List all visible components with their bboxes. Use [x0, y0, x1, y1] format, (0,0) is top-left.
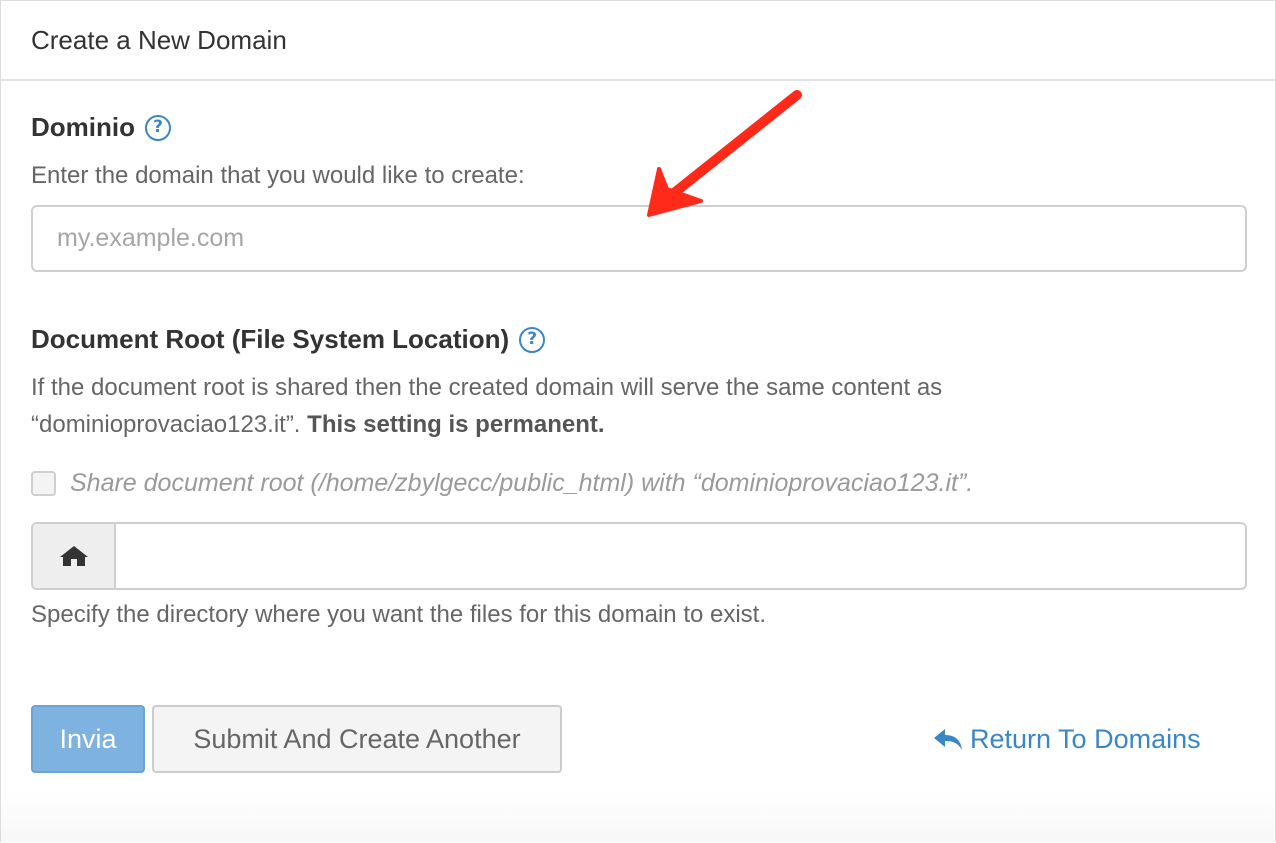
docroot-input-group	[31, 522, 1247, 590]
return-to-domains-link[interactable]: Return To Domains	[933, 720, 1201, 758]
domain-description: Enter the domain that you would like to …	[31, 162, 525, 189]
domain-help-icon[interactable]: ?	[145, 114, 171, 141]
docroot-description: If the document root is shared then the …	[31, 369, 1231, 443]
docroot-help-text: Specify the directory where you want the…	[31, 601, 767, 628]
domain-input[interactable]	[31, 205, 1247, 272]
docroot-label: Document Root (File System Location) ?	[31, 324, 546, 355]
return-to-domains-label[interactable]: Return To Domains	[970, 724, 1201, 755]
domain-label-text: Dominio	[31, 112, 135, 142]
submit-button[interactable]: Invia	[31, 705, 145, 773]
panel-heading: Create a New Domain	[1, 1, 1275, 81]
docroot-description-domain: “dominioprovaciao123.it”.	[31, 411, 301, 438]
docroot-description-line1: If the document root is shared then the …	[31, 374, 943, 401]
domain-label: Dominio ?	[31, 112, 171, 143]
docroot-path-input[interactable]	[116, 524, 1245, 588]
reply-icon	[934, 729, 962, 750]
share-docroot-row[interactable]: Share document root (/home/zbylgecc/publ…	[31, 463, 973, 503]
docroot-help-icon[interactable]: ?	[519, 326, 546, 353]
share-docroot-label[interactable]: Share document root (/home/zbylgecc/publ…	[70, 469, 973, 498]
home-icon	[33, 524, 116, 588]
create-domain-panel: Create a New Domain Dominio ? Enter the …	[0, 0, 1276, 842]
submit-and-create-another-button[interactable]: Submit And Create Another	[152, 705, 562, 773]
docroot-description-line2: “dominioprovaciao123.it”. This setting i…	[31, 406, 1231, 443]
docroot-label-text: Document Root (File System Location)	[31, 324, 510, 354]
page-title: Create a New Domain	[31, 25, 287, 55]
docroot-permanent-notice: This setting is permanent.	[307, 411, 605, 438]
share-docroot-checkbox[interactable]	[31, 470, 56, 496]
